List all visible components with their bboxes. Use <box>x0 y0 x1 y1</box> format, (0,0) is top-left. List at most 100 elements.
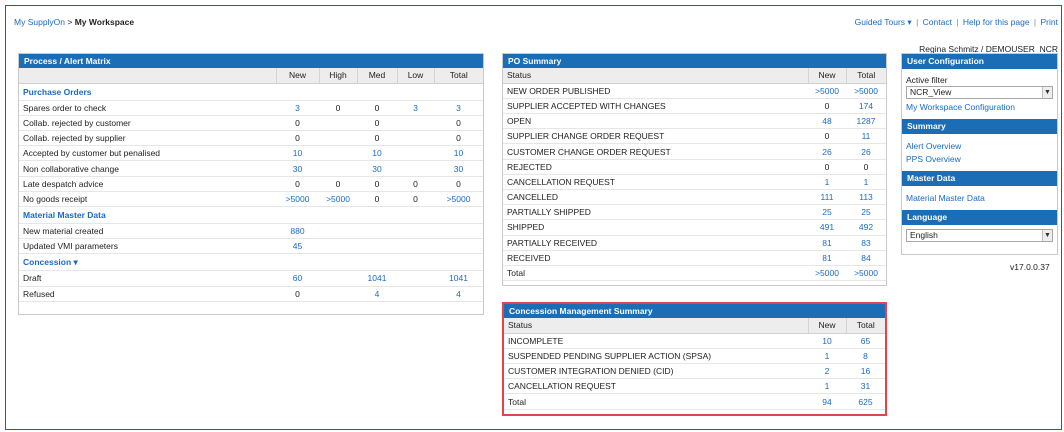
table-cell: 3 <box>276 100 319 116</box>
count-value: 0 <box>374 193 380 204</box>
count-link[interactable]: 880 <box>290 226 304 236</box>
count-value: 0 <box>335 102 341 113</box>
count-link[interactable]: 16 <box>861 366 870 376</box>
count-link[interactable]: 3 <box>413 103 418 113</box>
count-link[interactable]: 4 <box>375 289 380 299</box>
count-link[interactable]: 31 <box>861 381 870 391</box>
row-label: Non collaborative change <box>19 160 276 177</box>
table-cell: 84 <box>846 250 886 266</box>
count-link[interactable]: 491 <box>820 222 834 232</box>
section-title[interactable]: Concession ▾ <box>19 253 483 272</box>
count-link[interactable]: 2 <box>825 366 830 376</box>
count-link[interactable]: 10 <box>822 336 831 346</box>
row-label: Refused <box>19 286 276 302</box>
section-title[interactable]: Material Master Data <box>19 206 483 224</box>
count-link[interactable]: 83 <box>861 238 870 248</box>
print-link[interactable]: Print <box>1041 17 1058 27</box>
table-cell <box>319 115 357 132</box>
status-label: CUSTOMER CHANGE ORDER REQUEST <box>503 143 808 160</box>
count-link[interactable]: 65 <box>861 336 870 346</box>
alert-overview-link[interactable]: Alert Overview <box>906 140 1053 153</box>
count-link[interactable]: 625 <box>858 397 872 407</box>
count-link[interactable]: 26 <box>822 147 831 157</box>
count-link[interactable]: 8 <box>863 351 868 361</box>
count-link[interactable]: 10 <box>372 148 381 158</box>
count-link[interactable]: 3 <box>295 103 300 113</box>
count-link[interactable]: >5000 <box>854 268 878 278</box>
section-row: Concession ▾ <box>19 253 483 272</box>
count-link[interactable]: 1 <box>825 351 830 361</box>
count-link[interactable]: 1041 <box>368 273 387 283</box>
count-link[interactable]: 113 <box>859 192 873 202</box>
table-row: Updated VMI parameters 45 <box>19 238 483 255</box>
count-value: 0 <box>295 133 300 144</box>
help-link[interactable]: Help for this page <box>963 17 1030 27</box>
workspace-config-link[interactable]: My Workspace Configuration <box>906 101 1053 114</box>
count-link[interactable]: >5000 <box>854 86 878 96</box>
count-link[interactable]: 30 <box>454 164 463 174</box>
master-data-title: Master Data <box>902 171 1057 186</box>
count-link[interactable]: 84 <box>861 253 870 263</box>
count-link[interactable]: 1 <box>825 381 830 391</box>
contact-link[interactable]: Contact <box>923 17 952 27</box>
breadcrumb-home-link[interactable]: My SupplyOn <box>14 17 65 27</box>
count-link[interactable]: 10 <box>454 148 463 158</box>
language-select[interactable]: English ▼ <box>906 229 1053 242</box>
panel-title: Process / Alert Matrix <box>19 54 483 68</box>
table-cell: 0 <box>319 176 357 192</box>
table-row: No goods receipt >5000 >5000 0 0 >5000 <box>19 191 483 208</box>
count-value: 0 <box>374 133 380 144</box>
count-link[interactable]: >5000 <box>326 194 350 204</box>
count-link[interactable]: 492 <box>859 222 873 232</box>
count-link[interactable]: 1287 <box>857 116 876 126</box>
sidebar: User Configuration Active filter NCR_Vie… <box>901 53 1058 255</box>
table-cell: 25 <box>846 204 886 221</box>
count-link[interactable]: 11 <box>862 131 871 141</box>
section-title[interactable]: Purchase Orders <box>19 83 483 101</box>
count-link[interactable]: 1 <box>864 177 869 187</box>
row-label: Late despatch advice <box>19 176 276 192</box>
count-link[interactable]: >5000 <box>815 268 839 278</box>
count-link[interactable]: 26 <box>861 147 870 157</box>
table-cell: 81 <box>808 250 846 266</box>
count-link[interactable]: 10 <box>293 148 302 158</box>
status-label: Total <box>504 393 808 410</box>
table-cell: 83 <box>846 235 886 251</box>
table-cell <box>434 238 483 255</box>
material-master-data-link[interactable]: Material Master Data <box>906 192 1053 205</box>
count-link[interactable]: 1 <box>825 177 830 187</box>
count-link[interactable]: 94 <box>822 397 831 407</box>
count-value: 0 <box>374 178 380 189</box>
row-label: Draft <box>19 270 276 287</box>
count-link[interactable]: >5000 <box>815 86 839 96</box>
table-cell: 0 <box>434 176 483 192</box>
count-link[interactable]: 1041 <box>449 273 468 283</box>
count-link[interactable]: 48 <box>822 116 831 126</box>
count-link[interactable]: 3 <box>456 103 461 113</box>
count-link[interactable]: 4 <box>456 289 461 299</box>
active-filter-value: NCR_View <box>910 87 952 97</box>
table-cell <box>397 286 434 302</box>
table-cell: 0 <box>808 159 846 175</box>
count-link[interactable]: 45 <box>293 241 302 251</box>
row-label: Updated VMI parameters <box>19 238 276 255</box>
active-filter-select[interactable]: NCR_View ▼ <box>906 86 1053 99</box>
table-cell: 0 <box>808 128 846 145</box>
table-cell <box>434 223 483 240</box>
count-link[interactable]: 111 <box>821 192 834 202</box>
table-row: Refused 0 4 4 <box>19 286 483 302</box>
count-link[interactable]: >5000 <box>286 194 310 204</box>
count-link[interactable]: 60 <box>293 273 302 283</box>
count-link[interactable]: 25 <box>861 207 870 217</box>
count-link[interactable]: 174 <box>859 101 873 111</box>
status-label: OPEN <box>503 113 808 130</box>
count-link[interactable]: >5000 <box>447 194 471 204</box>
table-cell <box>397 145 434 162</box>
pps-overview-link[interactable]: PPS Overview <box>906 153 1053 166</box>
count-link[interactable]: 30 <box>372 164 381 174</box>
guided-tours-link[interactable]: Guided Tours ▾ <box>855 17 912 27</box>
count-link[interactable]: 30 <box>293 164 302 174</box>
count-link[interactable]: 81 <box>822 253 831 263</box>
count-link[interactable]: 25 <box>822 207 831 217</box>
count-link[interactable]: 81 <box>822 238 831 248</box>
